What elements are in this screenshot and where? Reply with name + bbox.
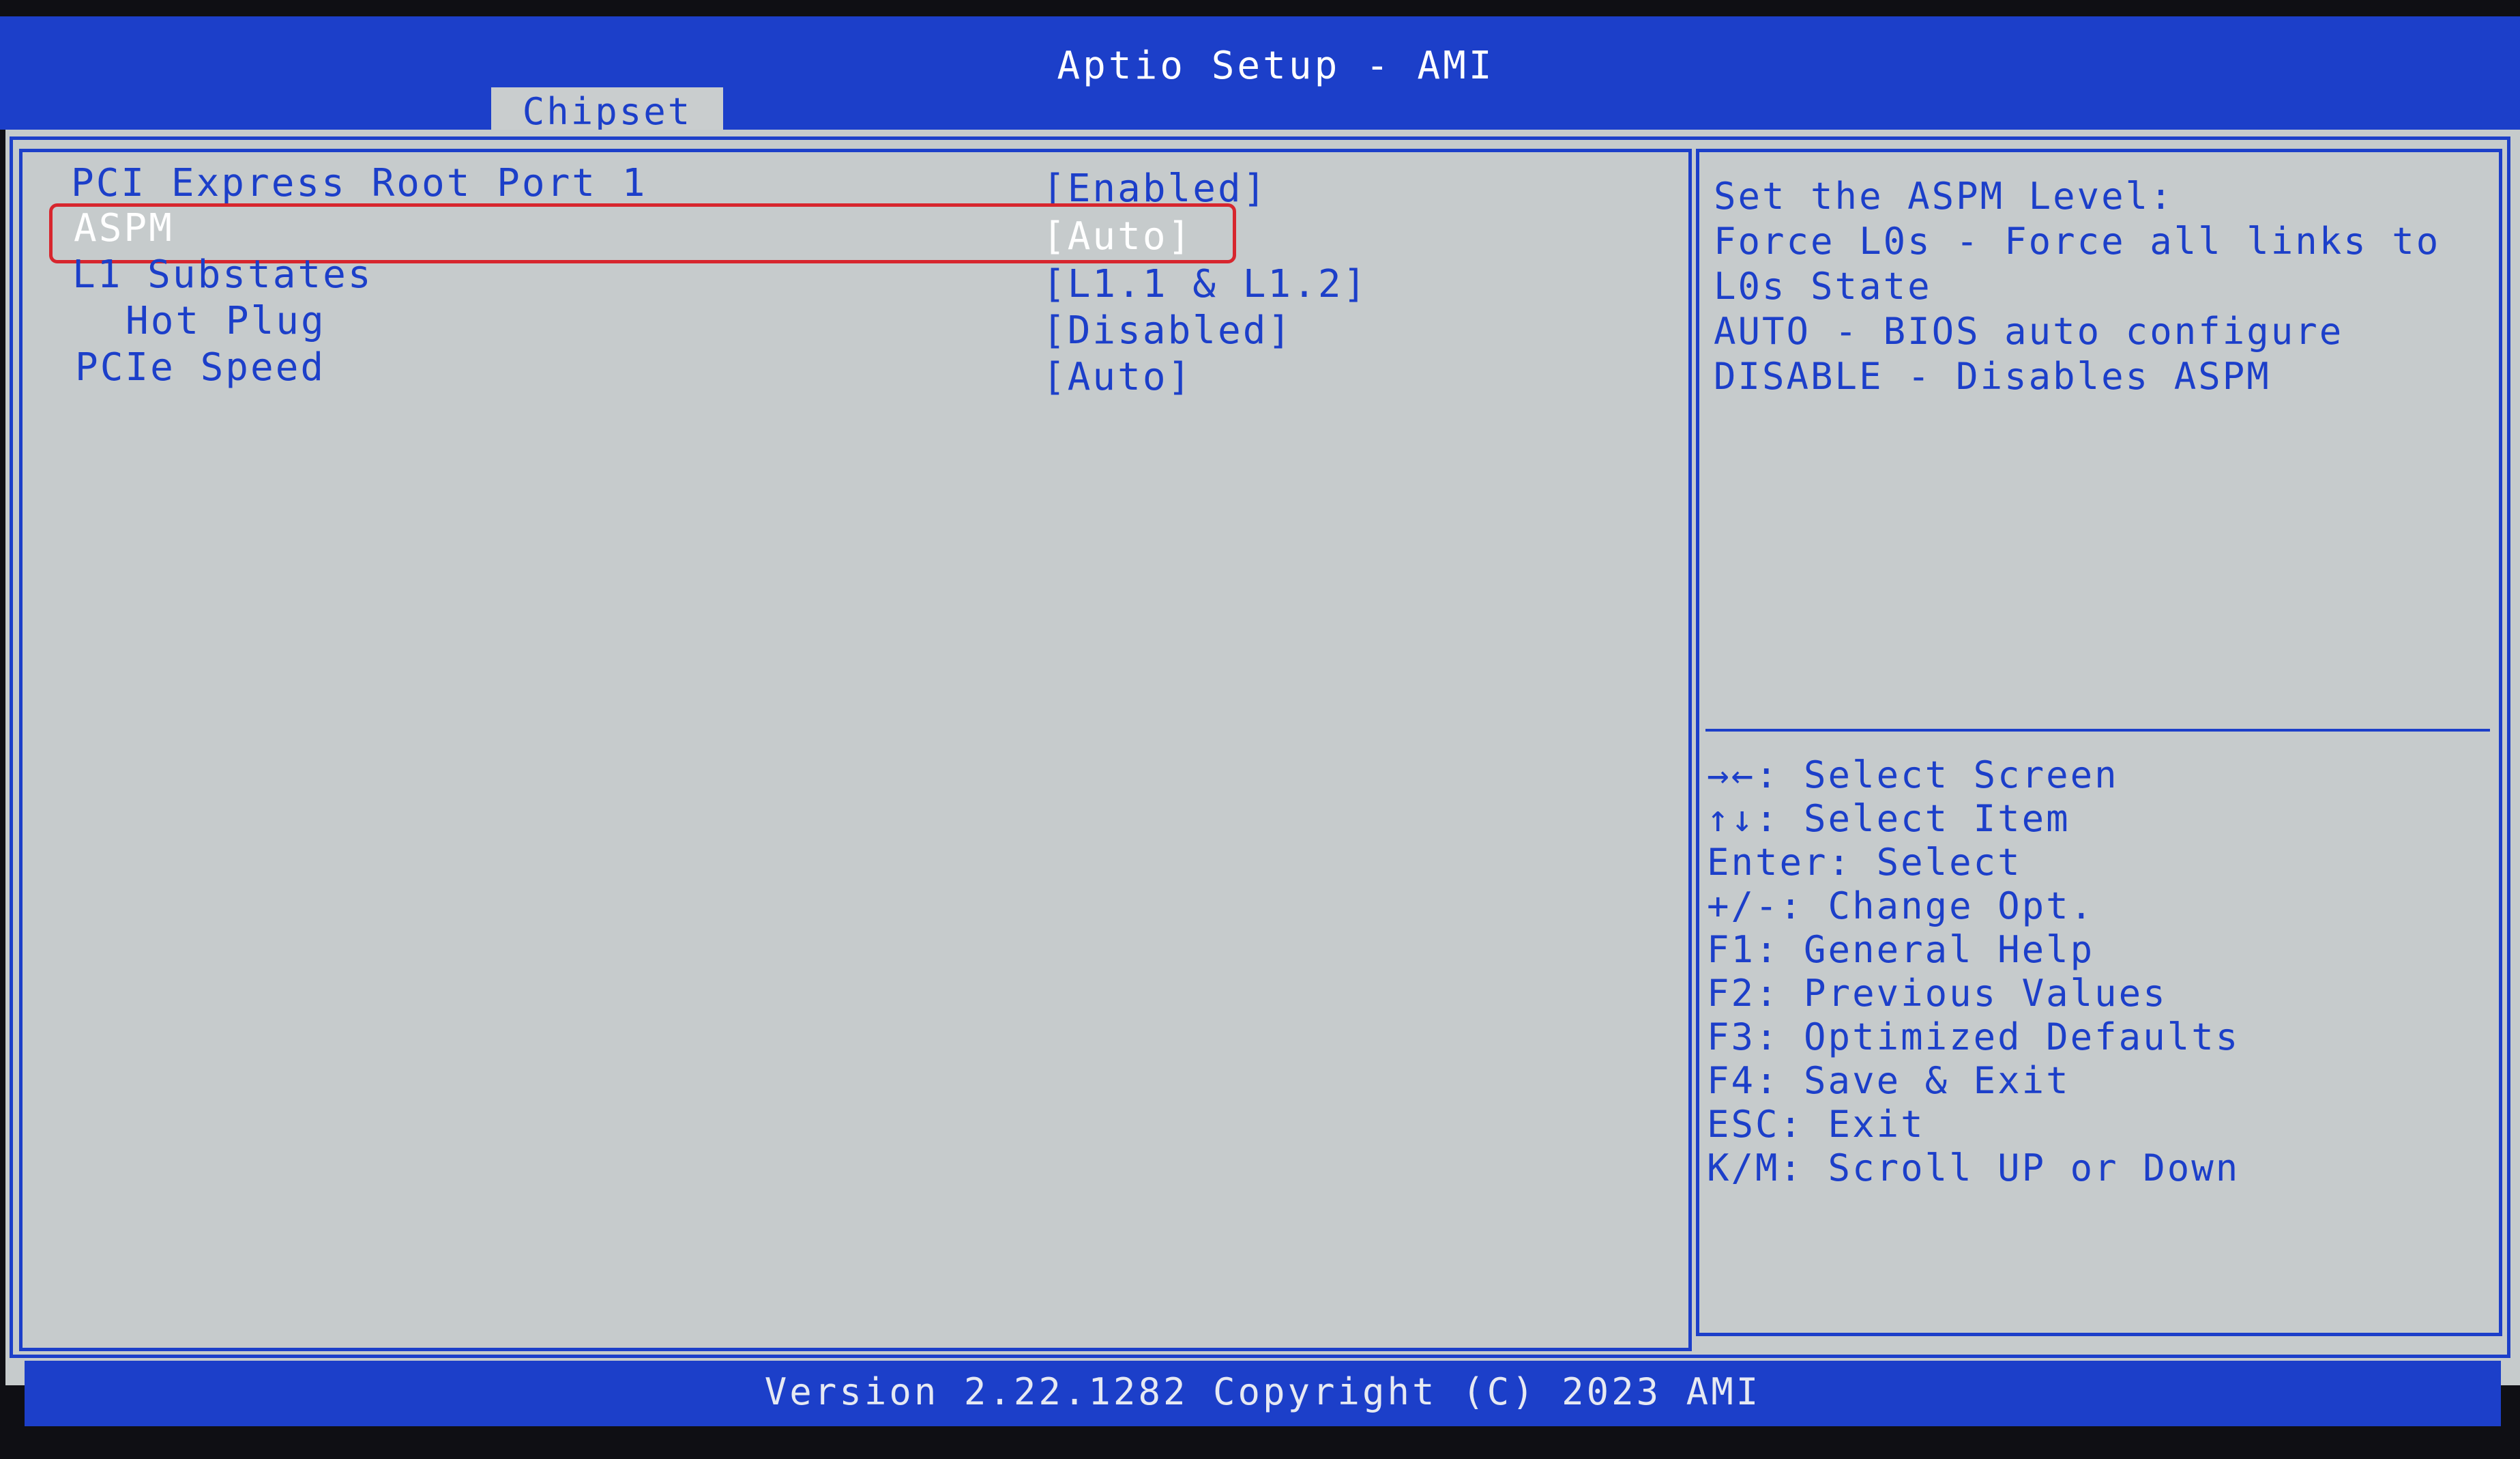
key-hint-f2: F2: Previous Values: [1707, 972, 2167, 1015]
key-hint-enter: Enter: Select: [1707, 841, 2022, 884]
menu-item-value[interactable]: [Auto]: [1042, 355, 1192, 399]
app-title: Aptio Setup - AMI: [1057, 44, 1495, 88]
help-line: DISABLE - Disables ASPM: [1714, 355, 2271, 398]
header-bar: Aptio Setup - AMI Chipset: [0, 16, 2520, 136]
key-hint-f4: F4: Save & Exit: [1707, 1059, 2070, 1102]
key-hint-km: K/M: Scroll UP or Down: [1707, 1146, 2240, 1189]
menu-item-label: PCIe Speed: [75, 345, 326, 390]
menu-item-hot-plug[interactable]: Hot Plug [Disabled]: [71, 299, 1367, 353]
help-line: Force L0s - Force all links to: [1714, 220, 2441, 263]
key-hint-f1: F1: General Help: [1707, 928, 2095, 971]
footer-bar: Version 2.22.1282 Copyright (C) 2023 AMI: [25, 1361, 2501, 1426]
help-line: L0s State: [1714, 265, 1932, 308]
key-hint-select-item: ↑↓: Select Item: [1707, 797, 2070, 840]
help-line: AUTO - BIOS auto configure: [1714, 310, 2344, 353]
key-hint-f3: F3: Optimized Defaults: [1707, 1015, 2240, 1058]
help-line: Set the ASPM Level:: [1714, 175, 2174, 218]
menu-item-l1-substates[interactable]: L1 Substates [L1.1 & L1.2]: [71, 252, 1367, 306]
version-text: Version 2.22.1282 Copyright (C) 2023 AMI: [764, 1370, 1761, 1413]
menu-item-label: L1 Substates: [72, 252, 373, 297]
menu-item-label: Hot Plug: [126, 299, 326, 343]
key-hint-esc: ESC: Exit: [1707, 1103, 1925, 1146]
bios-screen: Aptio Setup - AMI Chipset PCI Express Ro…: [0, 0, 2520, 1459]
key-hint-select-screen: →←: Select Screen: [1707, 753, 2119, 796]
key-hint-change-opt: +/-: Change Opt.: [1707, 884, 2095, 927]
menu-item-pci-express-root-port-1[interactable]: PCI Express Root Port 1 [Enabled]: [71, 161, 1367, 211]
menu-item-pcie-speed[interactable]: PCIe Speed [Auto]: [71, 345, 1367, 399]
help-divider: [1705, 729, 2490, 732]
menu-item-label: PCI Express Root Port 1: [71, 161, 647, 205]
